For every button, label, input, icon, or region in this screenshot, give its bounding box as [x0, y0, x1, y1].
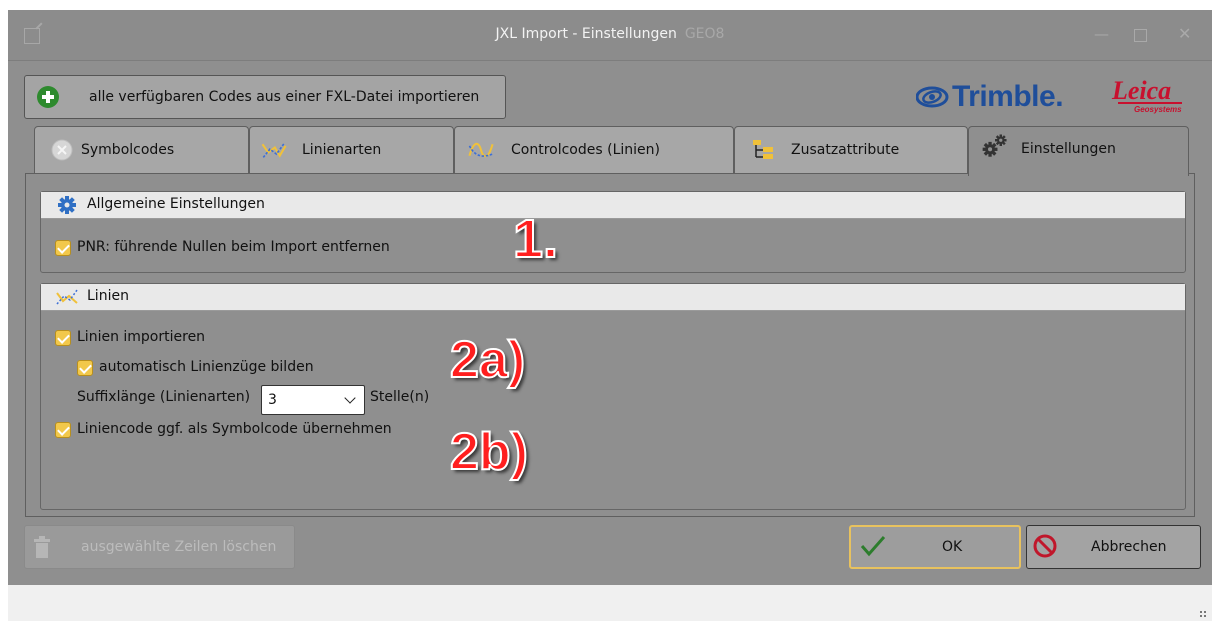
curve-chart-icon [468, 142, 494, 158]
suffix-unit-label: Stelle(n) [370, 389, 430, 405]
general-settings-title: Allgemeine Einstellungen [87, 196, 265, 212]
checkbox-checked-icon [55, 330, 71, 346]
prohibited-icon [1033, 534, 1057, 558]
trash-icon [34, 536, 50, 558]
auto-polylines-label: automatisch Linienzüge bilden [99, 359, 314, 375]
import-fxl-button[interactable]: alle verfügbaren Codes aus einer FXL-Dat… [24, 75, 506, 119]
minimize-button[interactable]: — [1094, 26, 1109, 42]
import-fxl-label: alle verfügbaren Codes aus einer FXL-Dat… [89, 89, 480, 105]
trimble-wordmark: Trimble. [952, 80, 1064, 113]
circle-x-icon [51, 139, 73, 161]
checkmark-icon [860, 536, 886, 557]
resize-grip-icon[interactable] [1200, 611, 1206, 617]
gear-icon [58, 196, 76, 214]
general-settings-group: Allgemeine Einstellungen PNR: führende N… [40, 191, 1186, 273]
checkbox-checked-icon [55, 422, 71, 438]
status-bar [8, 585, 1212, 621]
delete-rows-label: ausgewählte Zeilen löschen [81, 539, 277, 555]
leica-underline [1118, 102, 1182, 104]
suffix-length-value: 3 [268, 392, 277, 408]
annotation-2a: 2a) [449, 331, 526, 389]
title-bar[interactable]: JXL Import - Einstellungen GEO8 — ✕ [8, 10, 1212, 61]
tab-symbolcodes-label: Symbolcodes [81, 142, 175, 158]
symbol-code-label: Liniencode ggf. als Symbolcode übernehme… [77, 421, 392, 437]
leica-logo: Leica Geosystems [1110, 76, 1186, 120]
tab-controlcodes-label: Controlcodes (Linien) [511, 142, 660, 158]
tab-zusatzattribute-label: Zusatzattribute [791, 142, 900, 158]
dialog-window: JXL Import - Einstellungen GEO8 — ✕ alle … [8, 10, 1212, 621]
window-title-text: JXL Import - Einstellungen [495, 26, 677, 42]
checkbox-checked-icon [77, 360, 93, 376]
suffix-length-label: Suffixlänge (Linienarten) [77, 389, 251, 405]
close-button[interactable]: ✕ [1178, 26, 1191, 42]
general-settings-header: Allgemeine Einstellungen [41, 192, 1185, 219]
gears-icon [982, 134, 1007, 157]
settings-panel: Allgemeine Einstellungen PNR: führende N… [25, 173, 1195, 517]
add-icon [37, 86, 59, 108]
ok-label: OK [942, 539, 963, 555]
tab-linienarten-label: Linienarten [302, 142, 382, 158]
trimble-logo: Trimble. [916, 80, 1096, 116]
suffix-length-select[interactable]: 3 [261, 385, 365, 415]
tab-zusatzattribute[interactable]: Zusatzattribute [734, 126, 968, 174]
checkbox-checked-icon [55, 240, 71, 256]
window-title-suffix: GEO8 [684, 26, 725, 42]
line-chart-icon [56, 289, 78, 305]
lines-title: Linien [87, 288, 129, 304]
ok-button[interactable]: OK [849, 525, 1021, 569]
lines-group: Linien Linien importieren automatisch Li… [40, 283, 1186, 510]
maximize-button[interactable] [1134, 29, 1147, 42]
lines-header: Linien [41, 284, 1185, 311]
tab-symbolcodes[interactable]: Symbolcodes [34, 126, 249, 174]
cancel-button[interactable]: Abbrechen [1026, 525, 1201, 569]
pnr-checkbox-label: PNR: führende Nullen beim Import entfern… [77, 239, 390, 255]
import-lines-label: Linien importieren [77, 329, 206, 345]
annotation-2b: 2b) [449, 423, 529, 481]
cancel-label: Abbrechen [1091, 539, 1167, 555]
chevron-down-icon [344, 392, 356, 404]
delete-rows-button[interactable]: ausgewählte Zeilen löschen [24, 525, 295, 569]
annotation-1: 1. [512, 209, 559, 269]
tab-einstellungen[interactable]: Einstellungen [968, 126, 1189, 176]
leica-subtitle: Geosystems [1134, 105, 1182, 114]
tab-einstellungen-label: Einstellungen [1021, 141, 1116, 157]
line-chart-icon [261, 142, 287, 158]
window-title: JXL Import - Einstellungen GEO8 [8, 26, 1212, 42]
tab-controlcodes[interactable]: Controlcodes (Linien) [454, 126, 734, 174]
trimble-globe-icon [916, 86, 949, 108]
tab-linienarten[interactable]: Linienarten [249, 126, 454, 174]
tree-icon [753, 140, 773, 159]
